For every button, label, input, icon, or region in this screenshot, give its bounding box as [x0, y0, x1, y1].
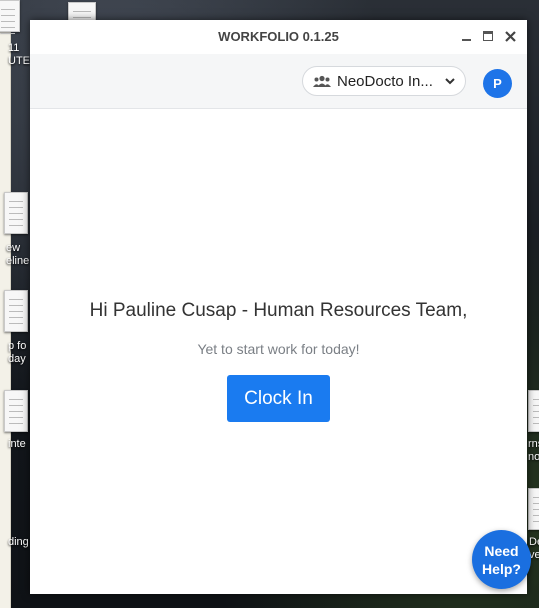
- desktop-file-icon[interactable]: [4, 290, 28, 332]
- minimize-icon[interactable]: [459, 27, 473, 45]
- desktop-icon-label: ding: [8, 536, 29, 548]
- team-icon: [313, 75, 331, 87]
- title-bar[interactable]: WORKFOLIO 0.1.25: [30, 20, 527, 54]
- organization-name: NeoDocto In...: [337, 72, 433, 90]
- work-status-text: Yet to start work for today!: [197, 341, 360, 357]
- user-avatar[interactable]: P: [483, 69, 512, 98]
- desktop-icon-label: ew eline: [6, 242, 30, 267]
- maximize-icon[interactable]: [481, 27, 495, 45]
- clock-in-button[interactable]: Clock In: [227, 375, 330, 422]
- desktop-file-icon[interactable]: [528, 488, 539, 530]
- desktop-icon-label: rns no: [528, 438, 539, 463]
- desktop-file-icon[interactable]: [528, 390, 539, 432]
- desktop-file-icon[interactable]: [0, 0, 20, 32]
- window-title: WORKFOLIO 0.1.25: [218, 29, 339, 44]
- need-help-label-line1: Need: [484, 542, 519, 559]
- desktop-file-icon[interactable]: [4, 390, 28, 432]
- desktop-file-icon[interactable]: [4, 192, 28, 234]
- desktop-icon-label: inte: [8, 438, 26, 450]
- app-header: NeoDocto In... P: [30, 54, 527, 109]
- app-window: WORKFOLIO 0.1.25 NeoDocto In... P Hi Pau…: [30, 20, 531, 594]
- desktop-file-icon[interactable]: [68, 2, 96, 22]
- desktop-icon-label: p fo day: [8, 340, 27, 365]
- need-help-button[interactable]: Need Help?: [472, 530, 531, 589]
- close-icon[interactable]: [503, 27, 517, 45]
- window-controls: [459, 27, 517, 45]
- organization-dropdown[interactable]: NeoDocto In...: [302, 66, 466, 96]
- chevron-down-icon: [445, 78, 455, 85]
- need-help-label-line2: Help?: [482, 560, 521, 577]
- greeting-text: Hi Pauline Cusap - Human Resources Team,: [89, 300, 468, 321]
